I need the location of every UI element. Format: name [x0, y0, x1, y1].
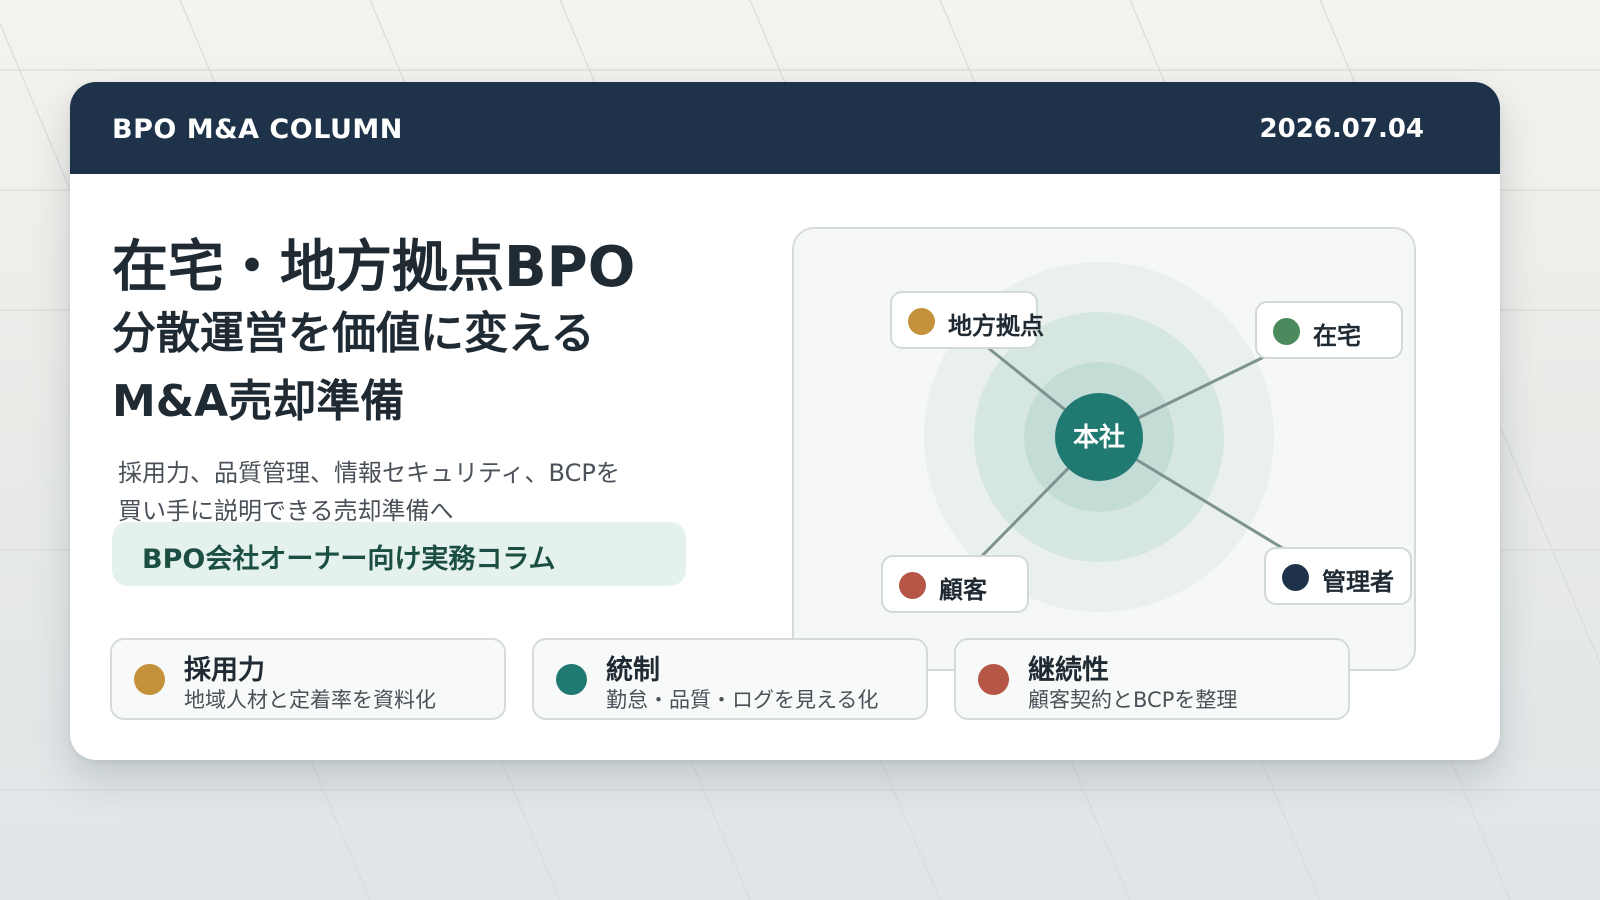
feature-governance-title: 統制	[606, 655, 660, 686]
description-line-2: 買い手に説明できる売却準備へ	[118, 497, 454, 525]
node-manager: 管理者	[1264, 547, 1412, 605]
feature-governance: 統制 勤怠・品質・ログを見える化	[532, 638, 928, 720]
header-bar: BPO M&A COLUMN 2026.07.04	[70, 82, 1500, 174]
node-remote-label: 在宅	[1313, 322, 1361, 350]
feature-continuity: 継続性 顧客契約とBCPを整理	[954, 638, 1350, 720]
headline-line-2: 分散運営を価値に変える	[112, 308, 595, 359]
node-manager-label: 管理者	[1322, 568, 1394, 596]
audience-tag: BPO会社オーナー向け実務コラム	[112, 522, 686, 586]
node-regional-base-label: 地方拠点	[948, 312, 1044, 340]
feature-recruiting-title: 採用力	[184, 655, 265, 686]
feature-continuity-subtitle: 顧客契約とBCPを整理	[1028, 688, 1238, 712]
feature-recruiting: 採用力 地域人材と定着率を資料化	[110, 638, 506, 720]
audience-tag-label: BPO会社オーナー向け実務コラム	[142, 544, 556, 575]
customer-dot-icon	[899, 572, 926, 599]
feature-continuity-title: 継続性	[1028, 655, 1109, 686]
manager-dot-icon	[1282, 564, 1309, 591]
node-customer-label: 顧客	[939, 576, 987, 604]
description-line-1: 採用力、品質管理、情報セキュリティ、BCPを	[118, 459, 620, 487]
node-regional-base: 地方拠点	[890, 291, 1044, 349]
feature-governance-subtitle: 勤怠・品質・ログを見える化	[606, 688, 879, 712]
governance-dot-icon	[556, 664, 587, 695]
node-remote: 在宅	[1255, 301, 1403, 359]
node-customer: 顧客	[881, 555, 1029, 613]
distributed-operations-diagram: 本社 地方拠点 在宅 顧客 管理者	[792, 227, 1416, 671]
feature-recruiting-subtitle: 地域人材と定着率を資料化	[184, 688, 436, 712]
remote-dot-icon	[1273, 318, 1300, 345]
brand-label: BPO M&A COLUMN	[112, 114, 403, 145]
headline-line-1: 在宅・地方拠点BPO	[112, 235, 636, 300]
headline-line-3: M&A売却準備	[112, 376, 405, 427]
headquarters-label: 本社	[1072, 423, 1125, 453]
regional-dot-icon	[908, 308, 935, 335]
description: 採用力、品質管理、情報セキュリティ、BCPを 買い手に説明できる売却準備へ	[118, 454, 620, 530]
column-card: BPO M&A COLUMN 2026.07.04 在宅・地方拠点BPO 分散運…	[70, 82, 1500, 760]
continuity-dot-icon	[978, 664, 1009, 695]
recruiting-dot-icon	[134, 664, 165, 695]
publish-date: 2026.07.04	[1259, 114, 1424, 144]
